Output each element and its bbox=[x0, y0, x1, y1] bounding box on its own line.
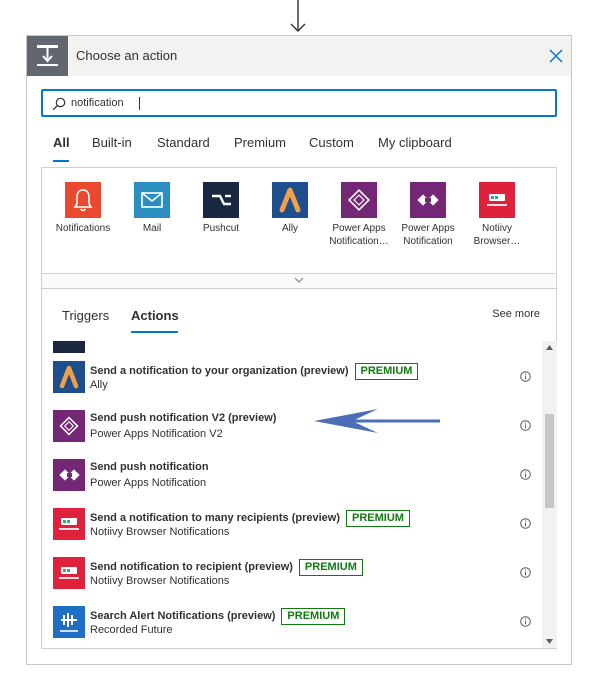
tab-custom[interactable]: Custom bbox=[309, 135, 354, 150]
power-apps-icon bbox=[53, 410, 85, 442]
flow-down-arrow-icon bbox=[290, 0, 306, 32]
action-title-text: Search Alert Notifications (preview) bbox=[90, 610, 276, 622]
power-apps-icon bbox=[410, 182, 446, 218]
info-icon[interactable] bbox=[520, 518, 531, 529]
mail-icon bbox=[134, 182, 170, 218]
action-row[interactable]: Send a notification to many recipients (… bbox=[42, 500, 542, 549]
action-title: Send push notification V2 (preview) bbox=[90, 412, 277, 424]
connector-label: Power Apps Notification bbox=[401, 223, 455, 247]
info-icon[interactable] bbox=[520, 616, 531, 627]
pushcut-icon bbox=[53, 341, 85, 353]
action-connector: Power Apps Notification V2 bbox=[90, 428, 223, 440]
connector-power-apps-notification-v2[interactable]: Power Apps Notification… bbox=[326, 182, 392, 248]
actions-panel: Triggers Actions See more Send a notific… bbox=[41, 289, 557, 649]
info-icon[interactable] bbox=[520, 420, 531, 431]
connector-label: Power Apps Notification… bbox=[329, 223, 389, 247]
connector-gallery: Notifications Mail Pushcut Ally Power Ap… bbox=[41, 167, 557, 274]
premium-badge: PREMIUM bbox=[346, 510, 410, 527]
tab-triggers[interactable]: Triggers bbox=[62, 308, 109, 323]
ally-icon bbox=[53, 361, 85, 393]
connector-notiivy[interactable]: Notiivy Browser… bbox=[464, 182, 530, 248]
connector-notifications[interactable]: Notifications bbox=[50, 182, 116, 235]
action-connector: Recorded Future bbox=[90, 624, 173, 636]
scroll-up-arrow-icon[interactable] bbox=[546, 345, 553, 350]
scrollbar-thumb[interactable] bbox=[545, 414, 554, 508]
action-title: Search Alert Notifications (preview) PREM… bbox=[90, 608, 346, 625]
connector-pushcut[interactable]: Pushcut bbox=[188, 182, 254, 235]
connector-mail[interactable]: Mail bbox=[119, 182, 185, 235]
tab-my-clipboard[interactable]: My clipboard bbox=[378, 135, 452, 150]
annotation-arrow-icon bbox=[314, 409, 440, 433]
tab-all[interactable]: All bbox=[53, 135, 70, 150]
connector-ally[interactable]: Ally bbox=[257, 182, 323, 235]
action-title-text: Send a notification to your organization… bbox=[90, 365, 349, 377]
premium-badge: PREMIUM bbox=[354, 363, 419, 380]
action-connector: Ally bbox=[90, 379, 108, 391]
tab-premium[interactable]: Premium bbox=[234, 135, 286, 150]
action-title: Send a notification to your organization… bbox=[90, 363, 419, 380]
connector-label: Pushcut bbox=[202, 223, 240, 234]
action-title: Send notification to recipient (preview)… bbox=[90, 559, 363, 576]
search-box[interactable] bbox=[41, 89, 557, 117]
dialog-title: Choose an action bbox=[76, 48, 178, 63]
info-icon[interactable] bbox=[520, 567, 531, 578]
info-icon[interactable] bbox=[520, 371, 531, 382]
action-row[interactable]: Send a notification to your organization… bbox=[42, 353, 542, 402]
action-connector: Power Apps Notification bbox=[90, 477, 207, 489]
close-icon[interactable] bbox=[548, 48, 564, 64]
chevron-down-icon bbox=[294, 277, 304, 283]
notiivy-icon bbox=[53, 508, 85, 540]
premium-badge: PREMIUM bbox=[298, 559, 363, 576]
action-step-icon bbox=[27, 36, 68, 76]
connector-power-apps-notification[interactable]: Power Apps Notification bbox=[395, 182, 461, 248]
notiivy-icon bbox=[479, 182, 515, 218]
scroll-down-arrow-icon[interactable] bbox=[546, 639, 553, 644]
action-row[interactable]: Search Alert Notifications (preview) PREM… bbox=[42, 598, 542, 647]
power-apps-icon bbox=[53, 459, 85, 491]
see-more-link[interactable]: See more bbox=[492, 308, 540, 320]
choose-action-card: Choose an action All Built-in Standard P… bbox=[26, 35, 572, 665]
action-title-text: Send a notification to many recipients (… bbox=[90, 512, 340, 524]
connector-label: Mail bbox=[142, 223, 162, 234]
list-scrollbar[interactable] bbox=[542, 341, 557, 648]
tab-standard[interactable]: Standard bbox=[157, 135, 210, 150]
premium-badge: PREMIUM bbox=[281, 608, 346, 625]
bell-icon bbox=[65, 182, 101, 218]
search-input[interactable] bbox=[71, 93, 541, 113]
action-title: Send a notification to many recipients (… bbox=[90, 510, 410, 527]
notiivy-icon bbox=[53, 557, 85, 589]
text-caret bbox=[139, 97, 140, 110]
active-tab-indicator bbox=[53, 160, 69, 162]
power-apps-icon bbox=[341, 182, 377, 218]
action-row[interactable]: Send push notification V2 (preview) Powe… bbox=[42, 402, 542, 451]
active-subtab-indicator bbox=[131, 331, 178, 333]
action-connector: Notiivy Browser Notifications bbox=[90, 526, 230, 538]
pushcut-icon bbox=[203, 182, 239, 218]
tab-actions[interactable]: Actions bbox=[131, 308, 179, 323]
action-row[interactable]: Send notification to recipient (preview)… bbox=[42, 549, 542, 598]
action-title: Send push notification bbox=[90, 461, 209, 473]
search-icon bbox=[52, 97, 66, 111]
action-connector: Notiivy Browser Notifications bbox=[90, 575, 230, 587]
ally-icon bbox=[272, 182, 308, 218]
action-title-text: Send notification to recipient (preview) bbox=[90, 561, 293, 573]
expand-connectors-bar[interactable] bbox=[41, 274, 557, 289]
card-header: Choose an action bbox=[27, 36, 571, 76]
actions-list: Send a notification to your organization… bbox=[42, 341, 542, 648]
info-icon[interactable] bbox=[520, 469, 531, 480]
connector-label: Notifications bbox=[55, 223, 111, 234]
action-row[interactable]: Send push notification Power Apps Notifi… bbox=[42, 451, 542, 500]
connector-label: Notiivy Browser… bbox=[473, 223, 521, 247]
recorded-future-icon bbox=[53, 606, 85, 638]
connector-label: Ally bbox=[281, 223, 299, 234]
tab-built-in[interactable]: Built-in bbox=[92, 135, 132, 150]
